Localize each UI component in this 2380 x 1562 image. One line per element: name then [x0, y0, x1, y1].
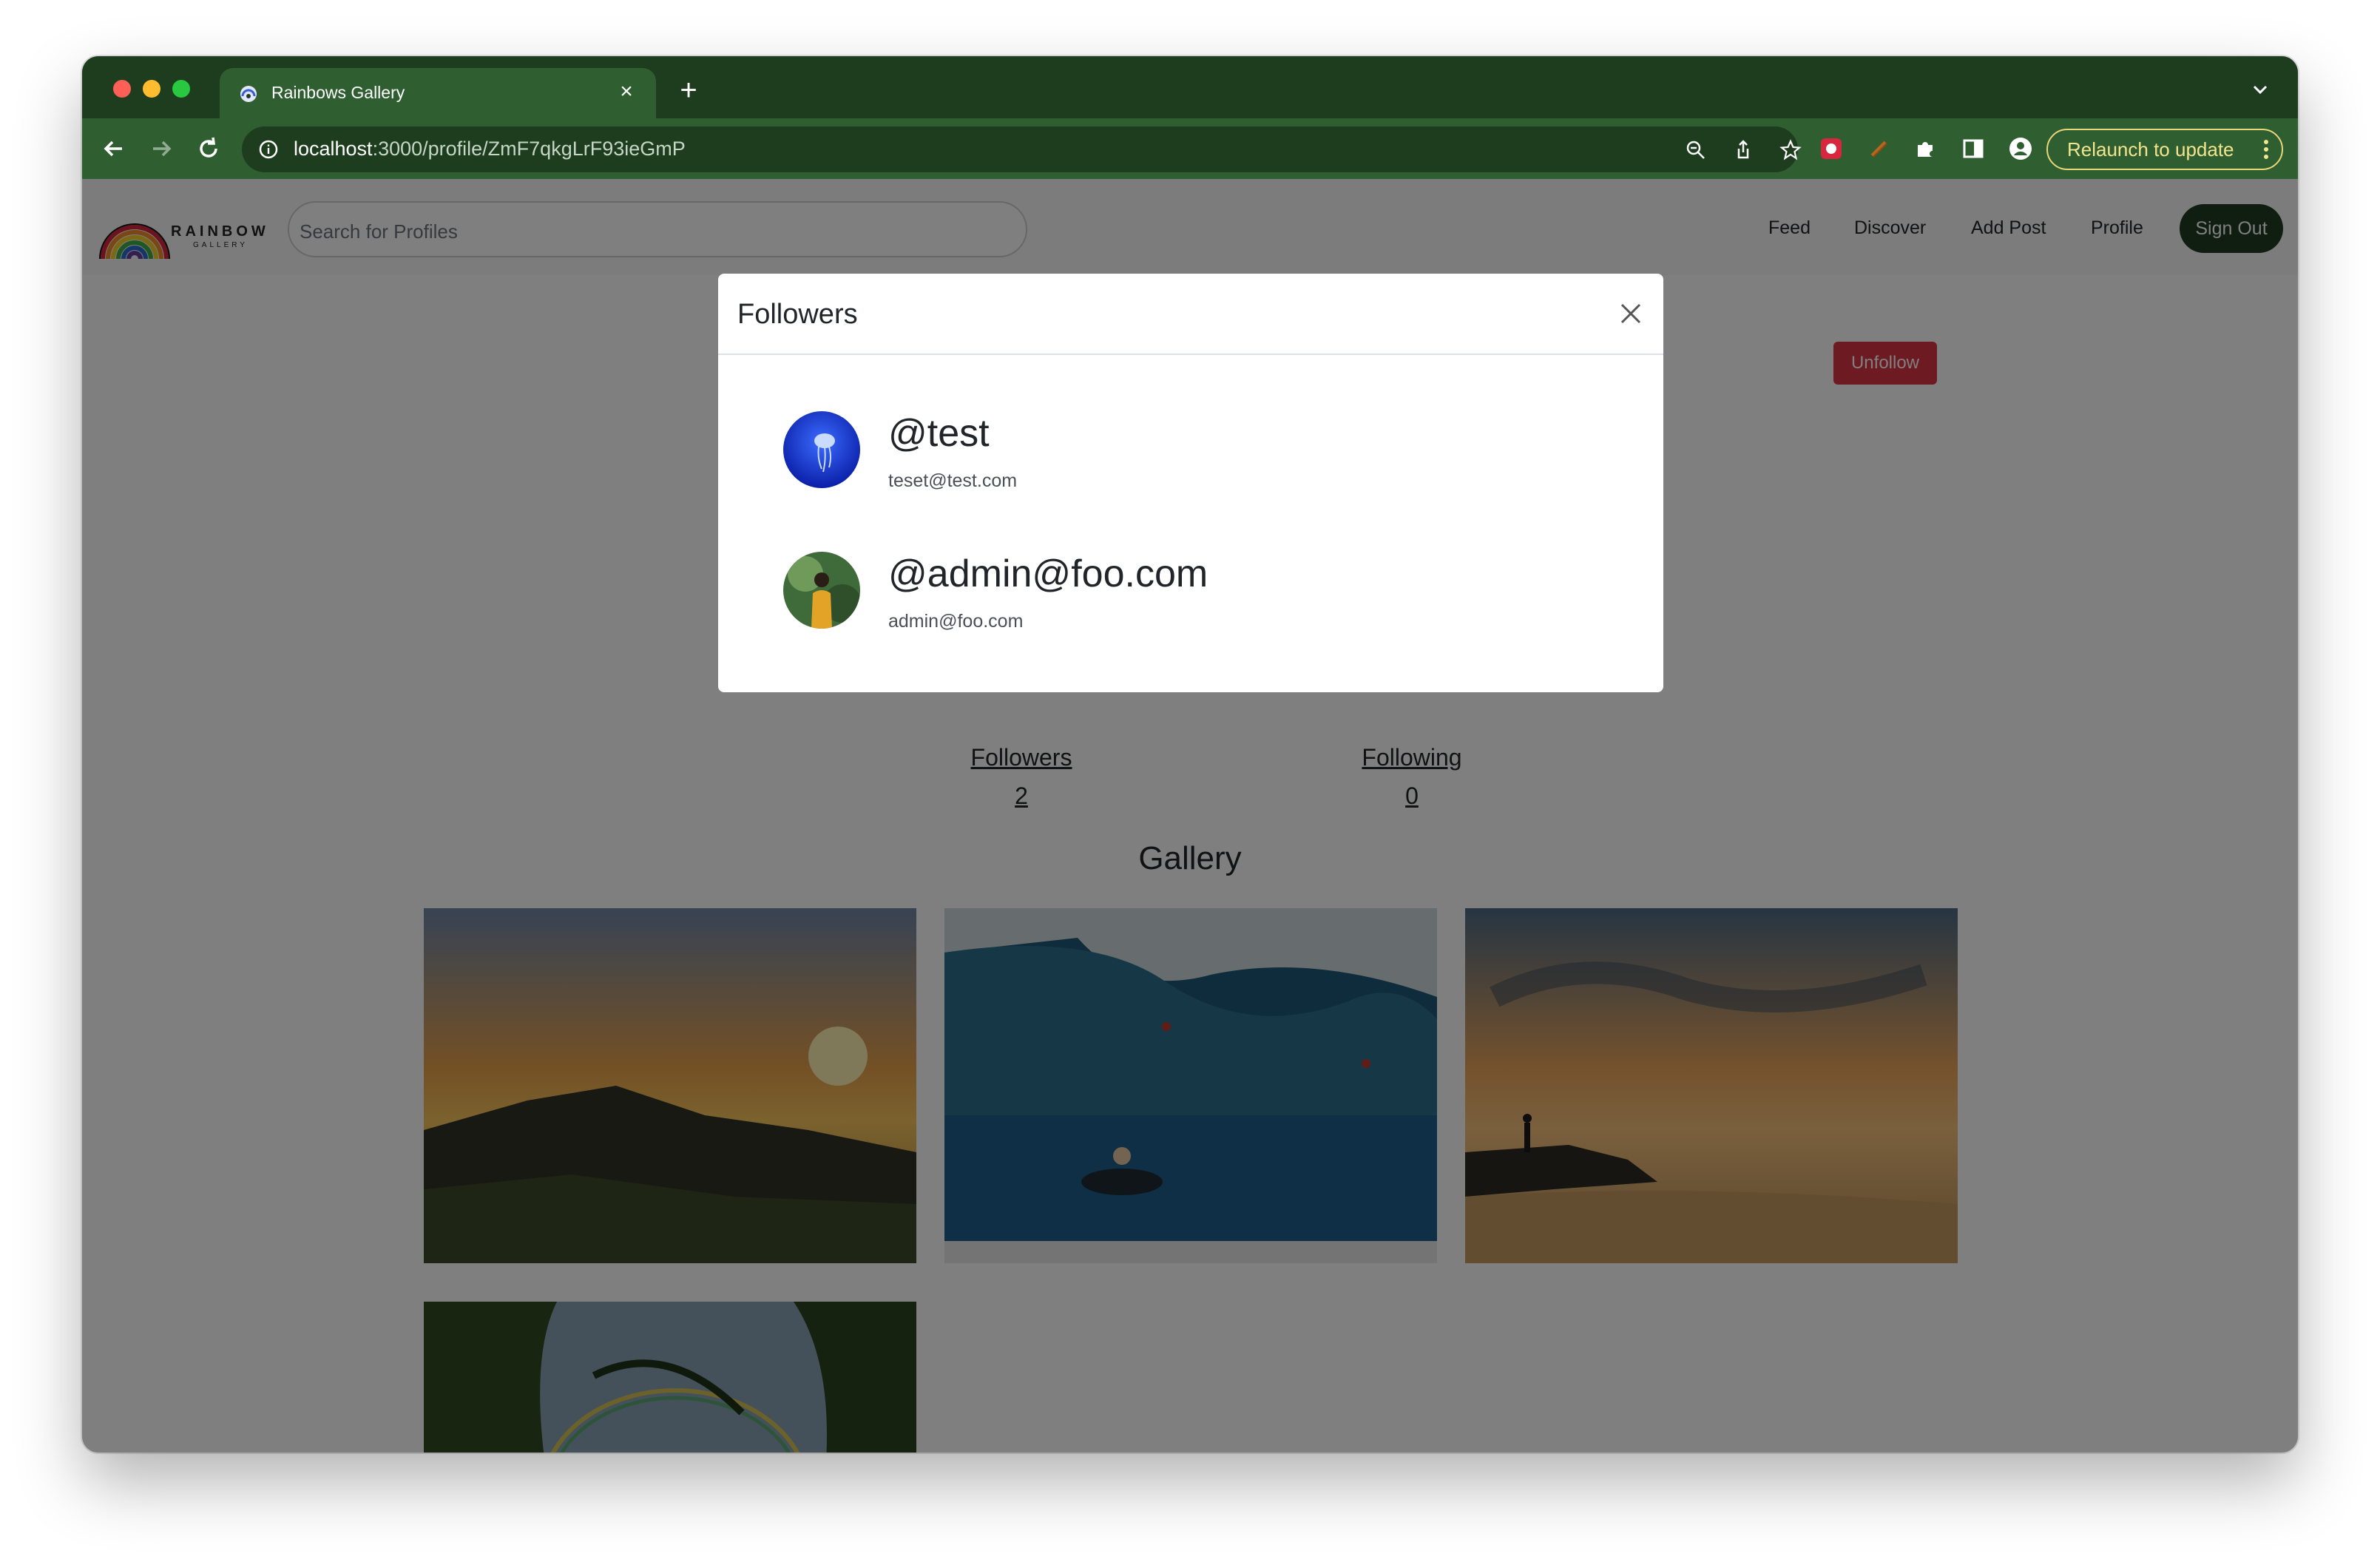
relaunch-label: Relaunch to update — [2067, 138, 2234, 160]
profile-avatar-icon[interactable] — [2008, 136, 2033, 161]
follower-handle[interactable]: @test — [888, 411, 990, 456]
close-icon[interactable] — [1617, 300, 1644, 327]
relaunch-button[interactable]: Relaunch to update — [2046, 129, 2283, 170]
rainbow-favicon-icon — [240, 86, 257, 102]
bookmark-star-icon[interactable] — [1779, 138, 1802, 162]
tab-rainbows-gallery[interactable]: Rainbows Gallery × — [220, 68, 656, 118]
follower-email: admin@foo.com — [888, 611, 1024, 632]
browser-window: Rainbows Gallery × + localhost:3000/prof… — [82, 56, 2298, 1453]
zoom-icon[interactable] — [1684, 138, 1708, 162]
share-icon[interactable] — [1731, 138, 1755, 162]
reload-icon[interactable] — [193, 133, 224, 164]
back-arrow-icon[interactable] — [98, 133, 129, 164]
url-text[interactable]: localhost:3000/profile/ZmF7qkgLrF93ieGmP — [294, 138, 686, 160]
url-host: localhost — [294, 138, 373, 160]
extension-brush-icon[interactable] — [1866, 136, 1891, 161]
extension-red-icon[interactable] — [1819, 136, 1844, 161]
url-path: :3000/profile/ZmF7qkgLrF93ieGmP — [372, 138, 686, 160]
modal-title: Followers — [737, 299, 858, 330]
close-window-button[interactable] — [113, 80, 131, 98]
follower-email: teset@test.com — [888, 470, 1018, 491]
tab-close-icon[interactable]: × — [613, 78, 640, 105]
page-content: RAINBOW GALLERY Search for Profiles Feed… — [82, 179, 2298, 1453]
tab-strip: Rainbows Gallery × + — [82, 56, 2298, 118]
chevron-down-icon[interactable] — [2249, 78, 2271, 101]
maximize-window-button[interactable] — [172, 80, 190, 98]
jellyfish-avatar[interactable] — [783, 411, 860, 488]
minimize-window-button[interactable] — [143, 80, 160, 98]
browser-toolbar: localhost:3000/profile/ZmF7qkgLrF93ieGmP — [82, 118, 2298, 179]
forward-arrow-icon[interactable] — [146, 133, 177, 164]
side-panel-icon[interactable] — [1961, 136, 1986, 161]
info-icon[interactable] — [258, 139, 279, 160]
follower-handle[interactable]: @admin@foo.com — [888, 552, 1208, 596]
more-vertical-icon — [2264, 140, 2268, 159]
followers-modal: Followers @test teset@test.com @admin@fo… — [718, 274, 1663, 692]
puzzle-extensions-icon[interactable] — [1913, 136, 1938, 161]
new-tab-icon[interactable]: + — [674, 75, 703, 105]
modal-header: Followers — [718, 274, 1663, 355]
address-bar[interactable]: localhost:3000/profile/ZmF7qkgLrF93ieGmP — [242, 126, 1802, 172]
tab-title: Rainbows Gallery — [271, 83, 405, 102]
person-avatar[interactable] — [783, 552, 860, 629]
